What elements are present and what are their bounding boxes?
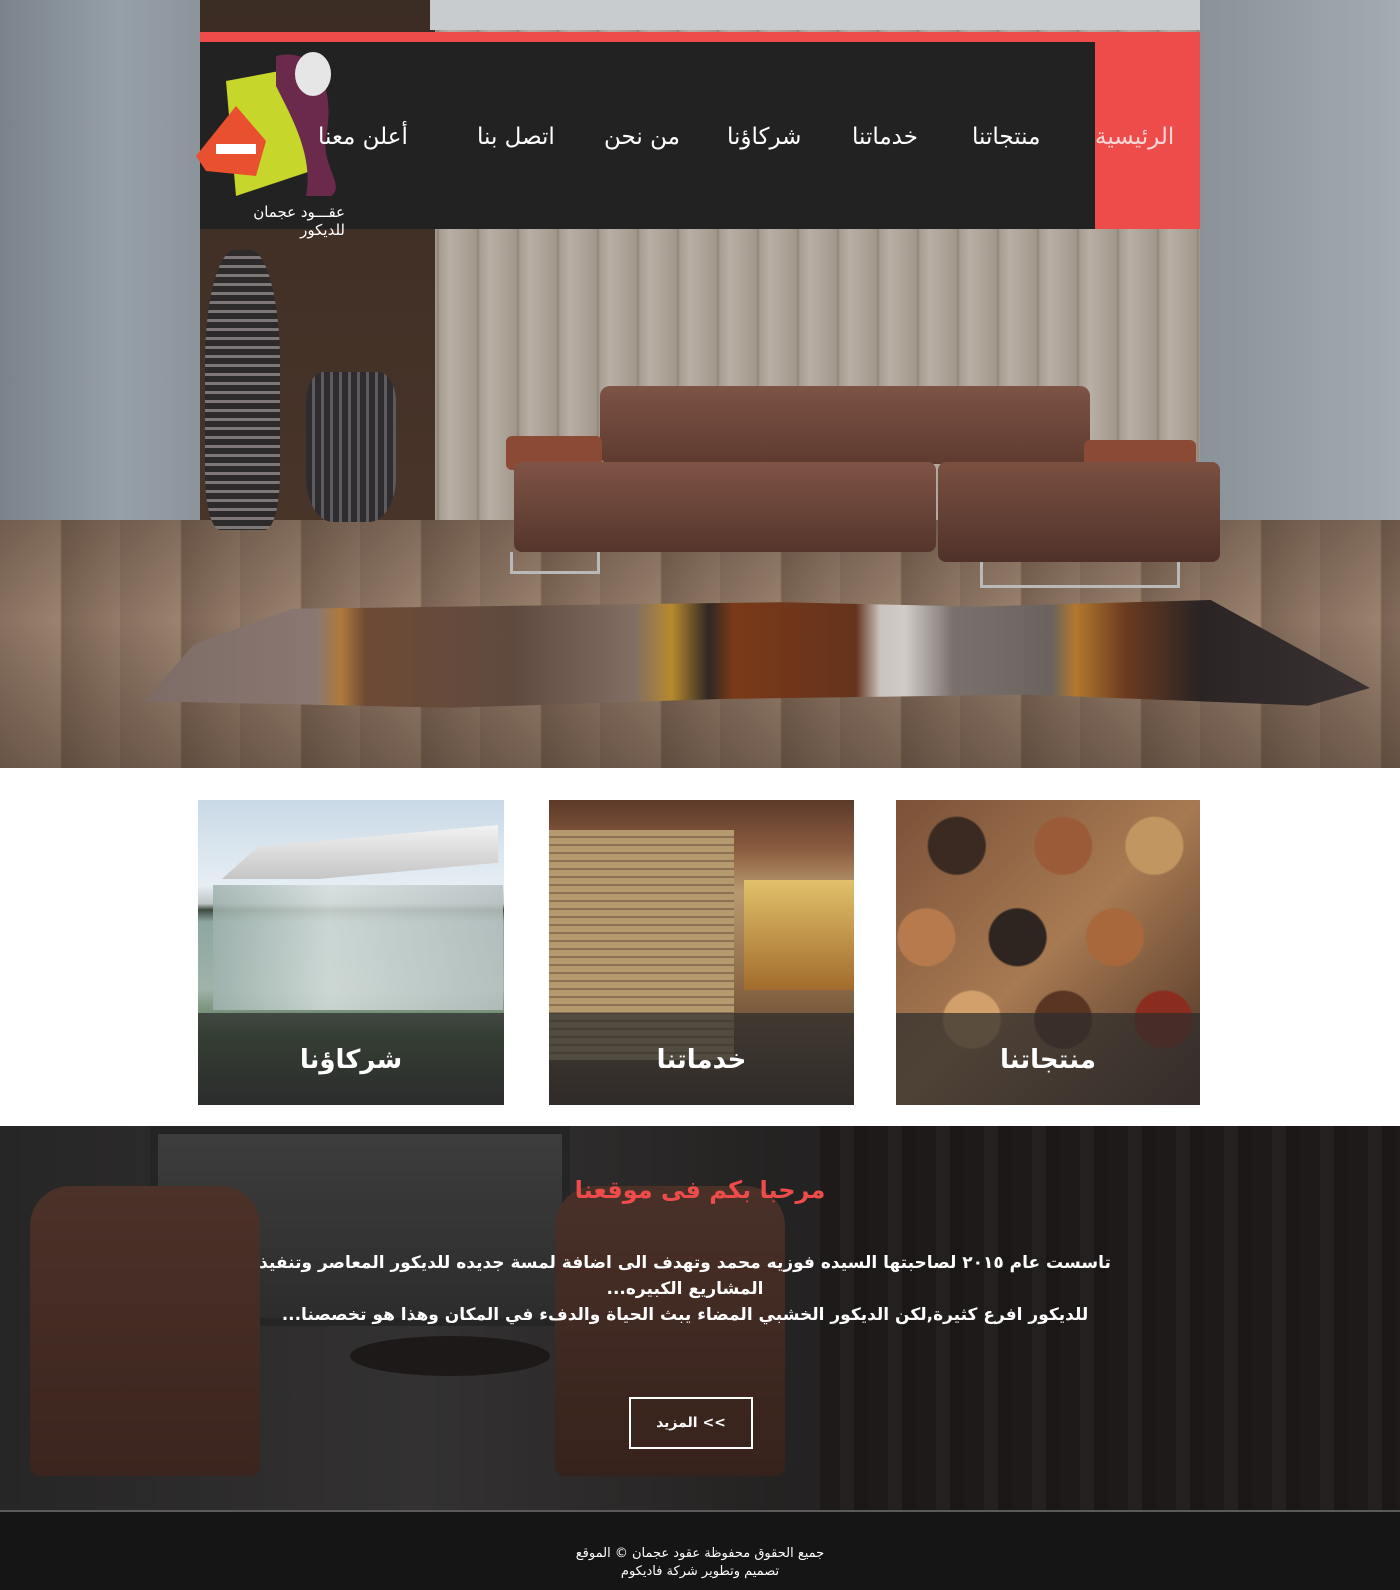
sofa-back — [600, 386, 1090, 464]
nav-item-products[interactable]: منتجاتنا — [972, 126, 1040, 149]
welcome-paragraph: للديكور افرع كثيرة,لكن الديكور الخشبي ال… — [281, 1305, 1089, 1325]
logo-wordmark: عقـــود عجمان للديكور — [253, 203, 345, 239]
hero-ceiling — [430, 0, 1200, 30]
nav-item-home[interactable]: الرئيسية — [1095, 126, 1174, 149]
logo-circle — [295, 52, 331, 96]
nav-top-accent — [200, 32, 1200, 42]
nav-item-partners[interactable]: شركاؤنا — [727, 126, 801, 149]
hero-wall-right — [1200, 0, 1400, 560]
striped-rug — [145, 600, 1370, 708]
card-house-glass — [213, 885, 503, 1010]
card-partners[interactable]: شركاؤنا — [198, 800, 504, 1105]
footer-copyright: جميع الحقوق محفوظة عقود عجمان © الموقع — [575, 1546, 825, 1561]
nav-item-about[interactable]: من نحن — [604, 126, 680, 149]
card-services[interactable]: خدماتنا — [549, 800, 854, 1105]
card-products[interactable]: منتجاتنا — [896, 800, 1200, 1105]
welcome-paragraph: تاسست عام ٢٠١٥ لصاحبتها السيده فوزيه محم… — [259, 1253, 1111, 1299]
welcome-title: مرحبا بكم فى موقعنا — [574, 1176, 826, 1204]
footer: جميع الحقوق محفوظة عقود عجمان © الموقع ت… — [0, 1510, 1400, 1590]
nav-item-services[interactable]: خدماتنا — [852, 126, 918, 149]
sofa-chaise — [938, 462, 1220, 562]
sofa-seat — [514, 462, 936, 552]
hero-wall-left — [0, 0, 200, 560]
short-vase — [306, 372, 396, 522]
footer-credit[interactable]: تصميم وتطوير شركة فاديكوم — [0, 1564, 1400, 1579]
sofa-leg — [980, 562, 1180, 588]
tall-vase — [205, 250, 280, 530]
welcome-section: مرحبا بكم فى موقعنا تاسست عام ٢٠١٥ لصاحب… — [0, 1126, 1400, 1510]
card-title: منتجاتنا — [1000, 1045, 1096, 1075]
card-house-roof — [222, 825, 498, 879]
card-title: خدماتنا — [656, 1045, 747, 1075]
sofa-leg — [510, 552, 600, 574]
nav-item-contact[interactable]: اتصل بنا — [477, 126, 555, 149]
card-window — [744, 880, 854, 990]
nav-item-advertise[interactable]: أعلن معنا — [318, 126, 408, 149]
card-title: شركاؤنا — [299, 1045, 403, 1075]
logo-stripe — [216, 144, 256, 154]
more-button[interactable]: المزيد << — [629, 1397, 753, 1449]
